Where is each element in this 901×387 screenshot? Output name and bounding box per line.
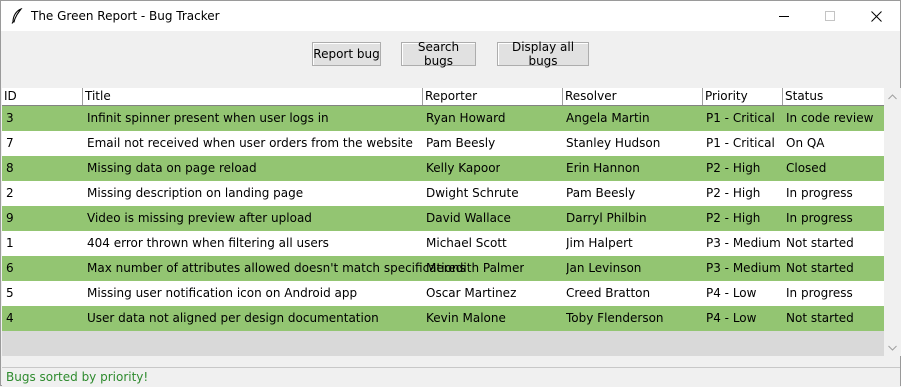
report-bug-button[interactable]: Report bug [312,42,381,66]
cell-title: Missing user notification icon on Androi… [87,286,358,300]
cell-status: Not started [786,236,854,250]
cell-priority: P2 - High [706,211,761,225]
column-header-resolver[interactable]: Resolver [562,88,702,105]
cell-reporter: Meredith Palmer [426,261,525,275]
cell-resolver: Jan Levinson [566,261,642,275]
cell-priority: P2 - High [706,161,761,175]
table-row[interactable]: 9 Video is missing preview after upload … [2,206,884,231]
cell-id: 3 [6,111,14,125]
feather-icon [11,8,23,24]
table-body: 3 Infinit spinner present when user logs… [2,106,884,331]
status-message: Bugs sorted by priority! [6,370,149,384]
minimize-button[interactable] [761,1,807,31]
table-row[interactable]: 4 User data not aligned per design docum… [2,306,884,331]
window-title: The Green Report - Bug Tracker [31,9,220,23]
cell-resolver: Creed Bratton [566,286,651,300]
cell-id: 6 [6,261,14,275]
cell-status: Not started [786,261,854,275]
cell-id: 1 [6,236,14,250]
column-header-reporter[interactable]: Reporter [422,88,562,105]
cell-priority: P3 - Medium [706,261,781,275]
cell-reporter: Michael Scott [426,236,507,250]
cell-reporter: Dwight Schrute [426,186,519,200]
cell-resolver: Darryl Philbin [566,211,647,225]
column-header-status[interactable]: Status [782,88,884,105]
scroll-up-icon[interactable] [888,94,897,100]
cell-title: Missing description on landing page [87,186,304,200]
bug-table[interactable]: ID Title Reporter Resolver Priority Stat… [2,88,884,356]
cell-resolver: Stanley Hudson [566,136,661,150]
table-row[interactable]: 5 Missing user notification icon on Andr… [2,281,884,306]
cell-reporter: Ryan Howard [426,111,506,125]
table-row[interactable]: 3 Infinit spinner present when user logs… [2,106,884,131]
display-all-bugs-button[interactable]: Display all bugs [497,40,589,68]
table-row[interactable]: 6 Max number of attributes allowed doesn… [2,256,884,281]
cell-resolver: Pam Beesly [566,186,636,200]
scroll-down-icon[interactable] [888,345,897,351]
cell-status: Not started [786,311,854,325]
table-row[interactable]: 8 Missing data on page reload Kelly Kapo… [2,156,884,181]
cell-id: 7 [6,136,14,150]
cell-resolver: Angela Martin [566,111,650,125]
cell-title: Missing data on page reload [87,161,257,175]
cell-status: In progress [786,186,853,200]
table-header: ID Title Reporter Resolver Priority Stat… [2,88,884,106]
table-row[interactable]: 2 Missing description on landing page Dw… [2,181,884,206]
cell-resolver: Toby Flenderson [566,311,664,325]
cell-status: In progress [786,211,853,225]
column-header-priority[interactable]: Priority [702,88,782,105]
maximize-button[interactable] [807,1,853,31]
column-header-id[interactable]: ID [2,88,82,105]
cell-id: 5 [6,286,14,300]
cell-resolver: Jim Halpert [566,236,633,250]
minimize-icon [779,16,789,17]
cell-reporter: Kevin Malone [426,311,506,325]
table-row[interactable]: 7 Email not received when user orders fr… [2,131,884,156]
cell-resolver: Erin Hannon [566,161,640,175]
column-header-title[interactable]: Title [82,88,422,105]
cell-title: User data not aligned per design documen… [87,311,379,325]
cell-id: 2 [6,186,14,200]
cell-status: In progress [786,286,853,300]
status-bar: Bugs sorted by priority! [2,367,900,387]
close-button[interactable] [853,1,899,31]
vertical-scrollbar[interactable] [884,88,901,356]
cell-status: On QA [786,136,825,150]
cell-status: Closed [786,161,827,175]
cell-title: Max number of attributes allowed doesn't… [87,261,466,275]
table-row[interactable]: 1 404 error thrown when filtering all us… [2,231,884,256]
app-window: The Green Report - Bug Tracker Report bu… [0,0,901,387]
cell-title: Email not received when user orders from… [87,136,413,150]
maximize-icon [825,11,835,21]
cell-reporter: Oscar Martinez [426,286,517,300]
cell-title: Video is missing preview after upload [87,211,312,225]
cell-status: In code review [786,111,874,125]
cell-priority: P1 - Critical [706,136,775,150]
cell-id: 9 [6,211,14,225]
cell-id: 8 [6,161,14,175]
title-bar[interactable]: The Green Report - Bug Tracker [1,1,900,31]
cell-priority: P1 - Critical [706,111,775,125]
cell-reporter: David Wallace [426,211,511,225]
cell-title: 404 error thrown when filtering all user… [87,236,329,250]
cell-title: Infinit spinner present when user logs i… [87,111,329,125]
cell-priority: P4 - Low [706,286,757,300]
cell-priority: P2 - High [706,186,761,200]
cell-id: 4 [6,311,14,325]
cell-reporter: Pam Beesly [426,136,496,150]
cell-reporter: Kelly Kapoor [426,161,501,175]
close-icon [870,10,882,22]
cell-priority: P3 - Medium [706,236,781,250]
search-bugs-button[interactable]: Search bugs [401,40,476,68]
cell-priority: P4 - Low [706,311,757,325]
